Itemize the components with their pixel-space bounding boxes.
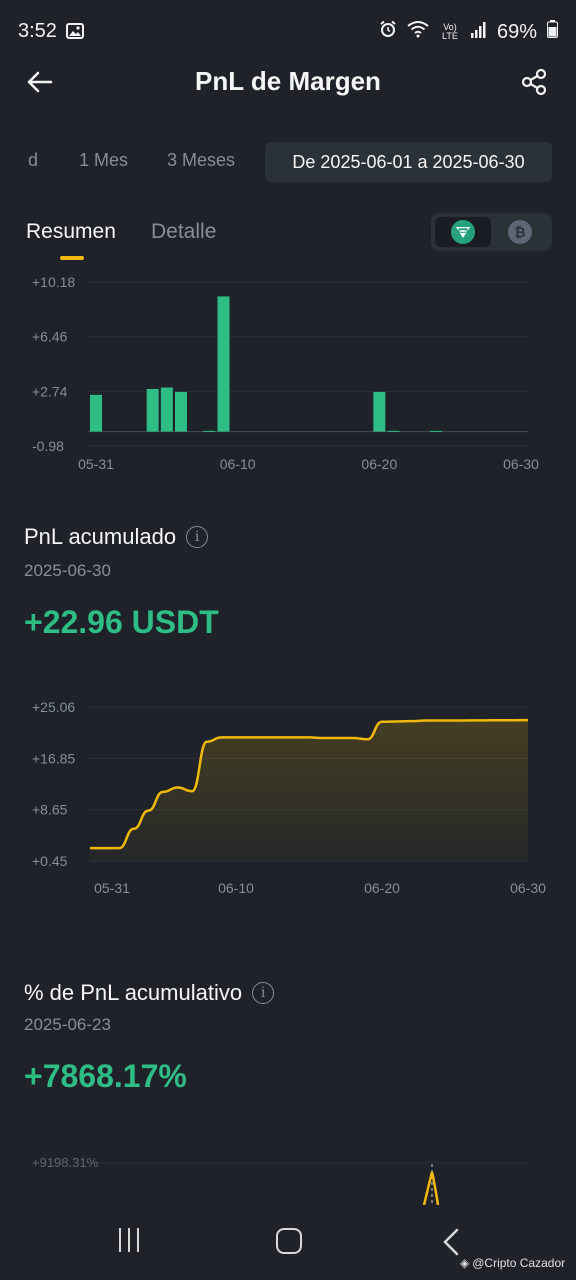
nav-back-button[interactable] [440,1228,462,1256]
bar-06-24 [430,430,442,432]
share-button[interactable] [516,64,552,100]
btc-icon: ₿ [508,220,532,244]
usdt-icon [451,220,475,244]
chevron-left-icon [443,1228,459,1256]
cumulative-pct-line [422,1171,440,1205]
bar-05-31 [90,394,102,432]
x-tick-label: 06-30 [503,456,539,472]
x-tick-label: 05-31 [94,880,130,896]
cumulative-pct-title-row: % de PnL acumulativo i [24,980,275,1006]
active-tab-indicator [60,256,84,260]
btc-toggle-option[interactable]: ₿ [492,217,548,247]
x-tick-label: 06-10 [220,456,256,472]
cumulative-pct-chart: +9198.31% [32,1155,528,1205]
bar-06-04 [146,388,159,432]
bar-06-09 [217,296,230,432]
status-right: Vo) LTE 69% [379,20,558,44]
x-tick-label: 06-20 [361,456,397,472]
cumulative-pnl-title-row: PnL acumulado i [24,524,209,550]
info-icon[interactable]: i [252,982,275,1004]
cumulative-pnl-date: 2025-06-30 [24,561,111,580]
cumulative-pct-title: % de PnL acumulativo [24,980,243,1005]
share-icon [521,68,547,96]
y-tick-label: +2.74 [32,383,68,399]
bar-06-06 [175,391,187,432]
cumulative-pnl-title: PnL acumulado [24,524,177,549]
bar-06-21 [387,430,400,432]
nav-home-button[interactable] [276,1228,302,1254]
y-tick-label: +25.06 [32,699,75,715]
diamond-icon: ◈ [460,1256,470,1270]
x-tick-label: 05-31 [78,456,114,472]
cumulative-pct-value: +7868.17% [24,1058,187,1094]
page-title: PnL de Margen [195,66,381,96]
status-time: 3:52 [18,20,57,42]
gallery-icon [66,23,84,44]
watermark: ◈ @Cripto Cazador [460,1256,565,1270]
y-tick-label: +10.18 [32,274,75,290]
x-tick-label: 06-30 [510,880,546,896]
svg-text:₿: ₿ [514,224,525,240]
y-tick-label: -0.98 [32,438,64,454]
y-tick-label: +6.46 [32,329,68,345]
watermark-text: @Cripto Cazador [472,1256,566,1270]
x-tick-label: 06-10 [218,880,254,896]
info-icon[interactable]: i [186,526,209,548]
bar-06-05 [160,387,173,432]
coin-toggle[interactable]: ₿ [431,213,552,251]
y-tick-label: +8.65 [32,802,68,818]
wifi-icon [407,20,429,44]
signal-icon [470,21,487,44]
cumulative-pnl-chart: +25.06 +16.85 +8.65 +0.45 05-31 06-10 06-20 06… [32,699,546,896]
range-tab-3-months[interactable]: 3 Meses [167,150,235,171]
cumulative-pnl-area [90,720,528,861]
range-tab-1-month[interactable]: 1 Mes [79,150,128,171]
y-tick-label: +9198.31% [32,1155,99,1170]
cumulative-pct-date: 2025-06-23 [24,1015,111,1034]
bar-06-08 [203,430,216,432]
y-tick-label: +16.85 [32,750,75,766]
date-range-button[interactable]: De 2025-06-01 a 2025-06-30 [265,142,552,182]
battery-icon [547,20,558,44]
y-tick-label: +0.45 [32,853,68,869]
range-tab-partial[interactable]: d [28,150,38,171]
nav-recent-apps-button[interactable] [114,1228,144,1254]
battery-percent: 69% [496,20,537,43]
daily-pnl-chart: +10.18 +6.46 +2.74 -0.98 05-31 06-10 06-20 06-… [32,274,539,472]
tab-detail[interactable]: Detalle [151,220,216,244]
x-tick-label: 06-20 [364,880,400,896]
tab-summary[interactable]: Resumen [26,220,116,244]
bar-06-20 [373,391,386,432]
alarm-icon [379,20,397,44]
cumulative-pnl-value: +22.96 USDT [24,604,219,640]
usdt-toggle-option[interactable] [435,217,491,247]
network-type-icon: Vo) LTE [442,22,458,41]
